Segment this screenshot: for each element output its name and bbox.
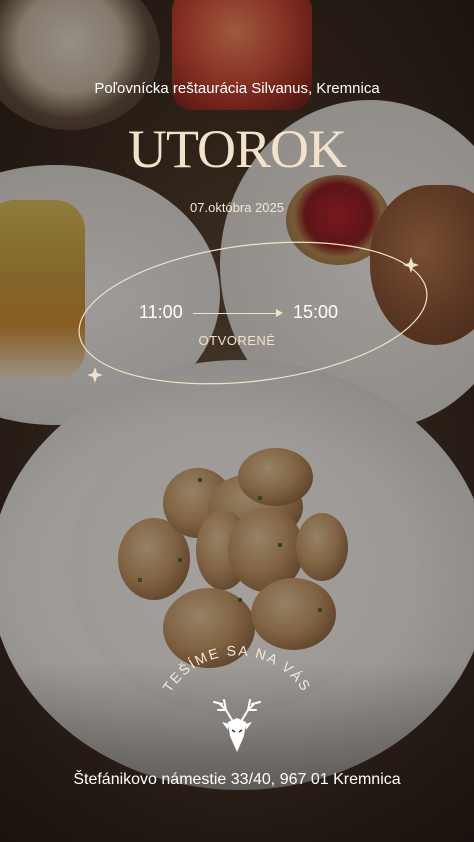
address-text: Štefánikovo námestie 33/40, 967 01 Kremn… (73, 771, 401, 788)
svg-text:TEŠÍME SA NA VÁS: TEŠÍME SA NA VÁS (159, 642, 314, 695)
poster: Poľovnícka reštaurácia Silvanus, Kremnic… (0, 0, 474, 842)
deer-head-icon (213, 699, 261, 752)
greeting-text: TEŠÍME SA NA VÁS (159, 642, 312, 695)
